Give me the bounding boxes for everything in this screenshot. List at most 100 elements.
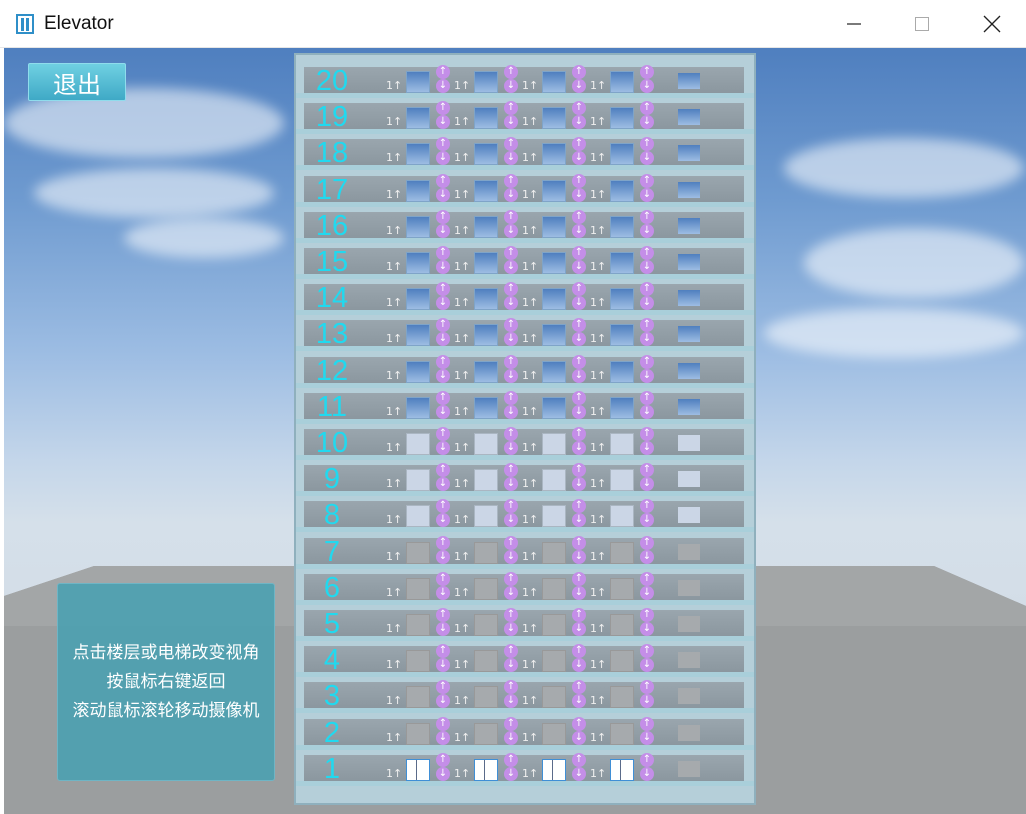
call-up-button[interactable]: ↑ [640,716,654,731]
elevator-door[interactable] [610,252,634,274]
elevator-door[interactable] [610,505,634,528]
call-down-button[interactable]: ↓ [436,368,450,383]
elevator-door[interactable] [542,722,566,745]
call-up-button[interactable]: ↑ [572,716,586,731]
elevator-door[interactable] [474,215,498,238]
call-up-button[interactable]: ↑ [640,173,654,188]
call-up-button[interactable]: ↑ [504,354,518,369]
call-down-button[interactable]: ↓ [572,223,586,238]
call-up-button[interactable]: ↑ [504,246,518,260]
elevator-door[interactable] [542,179,566,202]
call-down-button[interactable]: ↓ [572,730,586,745]
call-down-button[interactable]: ↓ [640,260,654,274]
elevator-door[interactable] [542,614,566,636]
call-down-button[interactable]: ↓ [436,585,450,600]
call-up-button[interactable]: ↑ [640,608,654,622]
elevator-door[interactable] [474,71,498,93]
call-down-button[interactable]: ↓ [572,368,586,383]
elevator-door[interactable] [610,360,634,383]
elevator-door[interactable] [406,650,430,673]
call-up-button[interactable]: ↑ [572,752,586,767]
elevator-door[interactable] [610,396,634,419]
elevator-door[interactable] [406,396,430,419]
call-down-button[interactable]: ↓ [436,441,450,455]
elevator-door[interactable] [406,469,430,492]
call-up-button[interactable]: ↑ [640,427,654,441]
elevator-door[interactable] [610,107,634,130]
call-up-button[interactable]: ↑ [572,608,586,622]
elevator-door[interactable] [474,686,498,709]
call-down-button[interactable]: ↓ [504,441,518,455]
elevator-door[interactable] [542,577,566,600]
call-down-button[interactable]: ↓ [504,79,518,93]
call-down-button[interactable]: ↓ [640,622,654,636]
call-down-button[interactable]: ↓ [572,260,586,274]
call-down-button[interactable]: ↓ [640,585,654,600]
elevator-door[interactable] [474,758,498,781]
call-up-button[interactable]: ↑ [504,571,518,586]
call-down-button[interactable]: ↓ [504,585,518,600]
elevator-door[interactable] [610,143,634,166]
3d-viewport[interactable]: 退出 点击楼层或电梯改变视角 按鼠标右键返回 滚动鼠标滚轮移动摄像机 20 1↑ ↑… [4,48,1026,814]
floor-number-label[interactable]: 4 [302,646,362,675]
call-up-button[interactable]: ↑ [504,209,518,224]
call-down-button[interactable]: ↓ [640,766,654,781]
call-up-button[interactable]: ↑ [504,65,518,79]
elevator-door[interactable] [406,505,430,528]
building[interactable]: 20 1↑ ↑ ↓ 1↑ ↑ ↓ 1↑ ↑ ↓ 1↑ ↑ ↓ 19 1↑ ↑ ↓ 1↑ ↑ ↓ 1↑ ↑ ↓ 1↑ ↑ ↓ 18 1↑… [294,53,756,805]
call-down-button[interactable]: ↓ [640,549,654,564]
call-up-button[interactable]: ↑ [436,65,450,79]
elevator-door[interactable] [542,433,566,455]
elevator-door[interactable] [610,324,634,347]
elevator-door[interactable] [542,469,566,492]
call-down-button[interactable]: ↓ [504,730,518,745]
elevator-door[interactable] [610,71,634,93]
elevator-door[interactable] [406,614,430,636]
floor-number-label[interactable]: 13 [302,320,362,349]
elevator-door[interactable] [610,179,634,202]
call-up-button[interactable]: ↑ [640,354,654,369]
call-down-button[interactable]: ↓ [436,260,450,274]
floor-number-label[interactable]: 12 [302,356,362,386]
call-down-button[interactable]: ↓ [436,404,450,419]
elevator-door[interactable] [474,288,498,311]
call-up-button[interactable]: ↑ [640,390,654,405]
floor-number-label[interactable]: 5 [302,610,362,639]
call-up-button[interactable]: ↑ [436,246,450,260]
call-down-button[interactable]: ↓ [640,223,654,238]
elevator-door[interactable] [610,758,634,781]
elevator-door[interactable] [610,541,634,564]
floor-number-label[interactable]: 11 [302,392,362,422]
elevator-door[interactable] [474,107,498,130]
call-down-button[interactable]: ↓ [436,223,450,238]
elevator-door[interactable] [406,541,430,564]
elevator-door[interactable] [610,650,634,673]
elevator-door[interactable] [406,71,430,93]
elevator-door[interactable] [474,469,498,492]
call-down-button[interactable]: ↓ [436,187,450,202]
floor-number-label[interactable]: 19 [302,103,362,132]
elevator-door[interactable] [406,215,430,238]
floor-number-label[interactable]: 7 [302,537,362,567]
call-down-button[interactable]: ↓ [504,766,518,781]
call-up-button[interactable]: ↑ [504,427,518,441]
floor-number-label[interactable]: 15 [302,248,362,277]
call-up-button[interactable]: ↑ [436,209,450,224]
call-up-button[interactable]: ↑ [436,535,450,550]
call-down-button[interactable]: ↓ [504,622,518,636]
call-down-button[interactable]: ↓ [640,187,654,202]
call-down-button[interactable]: ↓ [572,622,586,636]
elevator-door[interactable] [406,107,430,130]
elevator-door[interactable] [474,396,498,419]
elevator-door[interactable] [474,614,498,636]
call-up-button[interactable]: ↑ [572,246,586,260]
floor-number-label[interactable]: 20 [302,67,362,96]
call-up-button[interactable]: ↑ [572,390,586,405]
call-down-button[interactable]: ↓ [640,79,654,93]
call-up-button[interactable]: ↑ [572,571,586,586]
call-down-button[interactable]: ↓ [572,549,586,564]
call-down-button[interactable]: ↓ [572,585,586,600]
call-down-button[interactable]: ↓ [572,79,586,93]
call-up-button[interactable]: ↑ [572,173,586,188]
elevator-door[interactable] [474,505,498,528]
